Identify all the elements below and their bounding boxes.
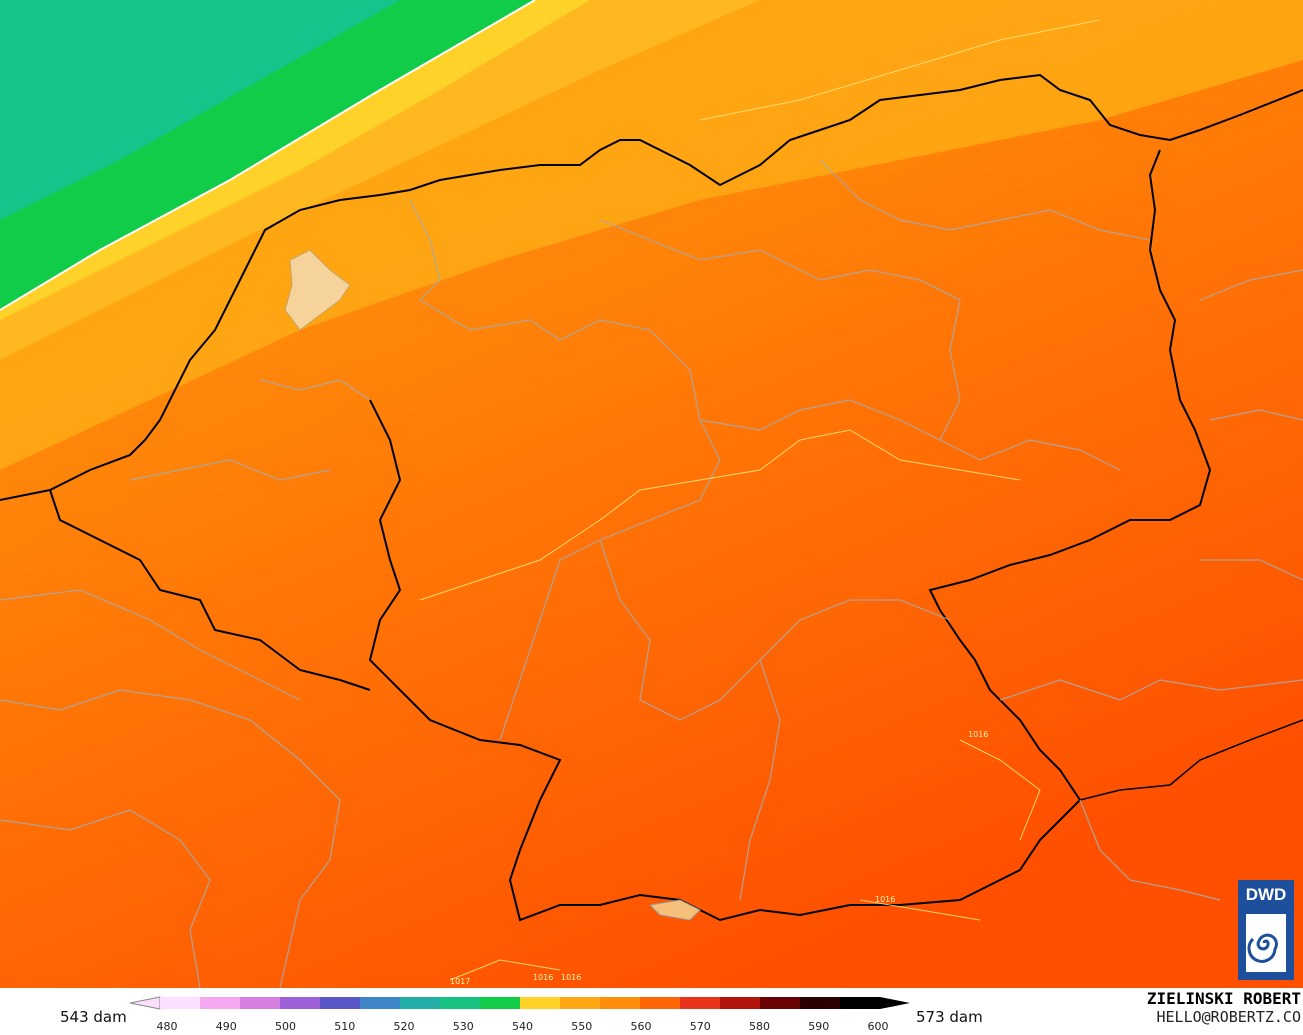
- scale-swatch: [680, 997, 721, 1009]
- scale-tick-label: 490: [215, 1020, 237, 1033]
- scale-tick-label: 580: [749, 1020, 770, 1033]
- isobar-label: 1016: [533, 973, 554, 982]
- scale-swatch: [360, 997, 401, 1009]
- isobar-label: 1016: [875, 895, 896, 904]
- geopotential-map: [0, 0, 1303, 988]
- scale-tick-label: 520: [393, 1020, 415, 1033]
- scale-tick-label: 510: [334, 1020, 356, 1033]
- scale-swatch: [760, 997, 801, 1009]
- scale-swatch: [160, 997, 201, 1009]
- scale-tick-label: 480: [156, 1020, 178, 1033]
- scale-tick-label: 560: [630, 1020, 652, 1033]
- scale-swatch: [440, 997, 481, 1009]
- scale-swatch: [200, 997, 241, 1009]
- scale-tick-label: 530: [452, 1020, 474, 1033]
- isobar-label: 1017: [450, 977, 471, 986]
- scale-swatch: [800, 997, 841, 1009]
- scale-swatch: [320, 997, 361, 1009]
- scale-tick-label: 550: [571, 1020, 593, 1033]
- scale-swatch: [520, 997, 561, 1009]
- isobar-label: 1016: [561, 973, 582, 982]
- scale-swatch: [480, 997, 521, 1009]
- author-name: ZIELINSKI ROBERT: [1146, 989, 1301, 1008]
- scale-swatch: [600, 997, 641, 1009]
- scale-tick-label: 570: [689, 1020, 711, 1033]
- legend-bar: 543 dam 480 490 500 510 520 530 540 550 560 570 58…: [0, 988, 1303, 1035]
- scale-swatch: [240, 997, 281, 1009]
- legend-max-label: 573 dam: [916, 1008, 983, 1026]
- scale-min-arrow: [129, 996, 161, 1010]
- spiral-icon: [1246, 914, 1286, 972]
- scale-tick-label: 590: [808, 1020, 830, 1033]
- scale-swatch: [400, 997, 441, 1009]
- isobar-label: 1016: [968, 730, 989, 739]
- scale-tick-label: 600: [867, 1020, 889, 1033]
- scale-max-arrow: [880, 997, 910, 1009]
- scale-tick-label: 500: [275, 1020, 296, 1033]
- scale-swatch: [280, 997, 321, 1009]
- author-email: HELLO@ROBERTZ.CO: [1156, 1008, 1302, 1026]
- scale-swatch: [840, 997, 881, 1009]
- scale-swatch: [560, 997, 601, 1009]
- dwd-logo-text: DWD: [1245, 885, 1287, 904]
- color-scale: [129, 996, 910, 1010]
- scale-tick-label: 540: [512, 1020, 533, 1033]
- scale-swatch: [640, 997, 681, 1009]
- scale-swatch: [720, 997, 761, 1009]
- dwd-logo: DWD: [1238, 880, 1294, 980]
- weather-map: 1016 1016 1016 1016 1017 DWD: [0, 0, 1303, 988]
